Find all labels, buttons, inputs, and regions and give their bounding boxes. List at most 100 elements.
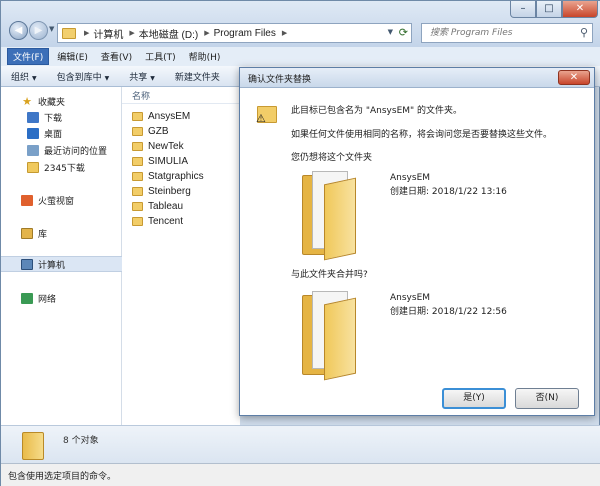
- sidebar-item-downloads[interactable]: 下载: [1, 109, 122, 125]
- back-button[interactable]: ◀: [9, 21, 28, 40]
- chevron-down-icon[interactable]: ▼: [388, 28, 393, 36]
- divider: [122, 103, 240, 104]
- recent-pages-dropdown[interactable]: ▼: [49, 25, 54, 33]
- sidebar-item-label: 库: [38, 229, 48, 240]
- folder-icon: [22, 432, 44, 460]
- menu-edit[interactable]: 编辑(E): [52, 49, 93, 64]
- folder-icon: [132, 157, 143, 166]
- file-list: 名称 AnsysEM GZB NewTek SIMULIA Statgraphi…: [122, 87, 240, 425]
- search-input[interactable]: [422, 24, 572, 42]
- address-bar[interactable]: ▶ 计算机 ▶ 本地磁盘 (D:) ▶ Program Files ▶ ▼ ⟳: [57, 23, 412, 43]
- menu-help[interactable]: 帮助(H): [184, 49, 226, 64]
- chevron-right-icon[interactable]: ▶: [282, 29, 287, 37]
- dialog-close-button[interactable]: ✕: [558, 70, 590, 85]
- source-folder-name: AnsysEM: [390, 173, 431, 183]
- file-name: SIMULIA: [148, 156, 189, 167]
- list-item[interactable]: NewTek: [132, 139, 184, 154]
- list-item[interactable]: GZB: [132, 124, 169, 139]
- status-bar: 包含使用选定项目的命令。: [1, 463, 600, 486]
- chevron-right-icon[interactable]: ▶: [204, 29, 209, 37]
- destination-folder-name: AnsysEM: [390, 293, 431, 303]
- sidebar-item-recent-places[interactable]: 最近访问的位置: [1, 142, 122, 158]
- new-folder-button[interactable]: 新建文件夹: [175, 70, 220, 83]
- sidebar-item-libraries[interactable]: 库: [1, 225, 122, 241]
- maximize-button[interactable]: □: [536, 1, 562, 18]
- close-button[interactable]: ✕: [562, 1, 598, 18]
- folder-icon: [27, 161, 39, 173]
- menu-tools[interactable]: 工具(T): [140, 49, 181, 64]
- library-icon: [21, 227, 33, 239]
- include-in-library-label: 包含到库中: [56, 72, 102, 83]
- folder-icon: [132, 202, 143, 211]
- folder-front: [324, 297, 356, 381]
- folder-icon: [132, 172, 143, 181]
- sidebar-item-label: 火萤视窗: [38, 196, 75, 207]
- folder-icon: [62, 27, 76, 39]
- minimize-button[interactable]: –: [510, 1, 536, 18]
- forward-button[interactable]: ▶: [29, 21, 48, 40]
- warning-icon: ⚠: [256, 112, 266, 125]
- sidebar-item-label: 最近访问的位置: [44, 146, 108, 157]
- list-item[interactable]: Statgraphics: [132, 169, 204, 184]
- menu-view[interactable]: 查看(V): [96, 49, 137, 64]
- file-name: GZB: [148, 126, 169, 137]
- breadcrumb-program-files[interactable]: Program Files: [214, 28, 276, 39]
- file-name: Tableau: [148, 201, 184, 212]
- download-folder-icon: [27, 111, 39, 123]
- column-header-name[interactable]: 名称: [132, 89, 150, 102]
- chevron-right-icon[interactable]: ▶: [129, 29, 134, 37]
- refresh-icon[interactable]: ⟳: [399, 26, 408, 39]
- confirm-folder-replace-dialog: 确认文件夹替换 ✕ ⚠ 此目标已包含名为 "AnsysEM" 的文件夹。 如果任…: [239, 67, 595, 416]
- no-button[interactable]: 否(N): [515, 388, 579, 409]
- file-name: NewTek: [148, 141, 184, 152]
- star-icon: ★: [22, 94, 32, 108]
- list-item[interactable]: Tableau: [132, 199, 183, 214]
- destination-folder-date: 创建日期: 2018/1/22 12:56: [390, 307, 507, 317]
- dialog-title-bar[interactable]: 确认文件夹替换 ✕: [240, 68, 594, 88]
- dialog-title: 确认文件夹替换: [248, 75, 312, 85]
- source-folder-info: AnsysEM 创建日期: 2018/1/22 13:16: [390, 171, 507, 199]
- chevron-right-icon[interactable]: ▶: [84, 29, 89, 37]
- file-name: Tencent: [148, 216, 184, 227]
- search-box[interactable]: ⚲: [421, 23, 593, 43]
- dialog-message-question: 您仍想将这个文件夹: [291, 153, 373, 163]
- sidebar-item-favorites[interactable]: ★ 收藏夹: [1, 93, 122, 109]
- recent-places-icon: [27, 144, 39, 156]
- computer-icon: [21, 258, 33, 270]
- dialog-message-replace: 如果任何文件使用相同的名称，将会询问您是否要替换这些文件。: [291, 130, 553, 140]
- organize-button[interactable]: 组织 ▼: [11, 70, 37, 83]
- list-item[interactable]: AnsysEM: [132, 109, 190, 124]
- folder-front: [324, 177, 356, 261]
- yes-button[interactable]: 是(Y): [442, 388, 506, 409]
- sidebar-item-label: 网络: [38, 294, 57, 305]
- file-name: Steinberg: [148, 186, 191, 197]
- sidebar-item-computer[interactable]: 计算机: [1, 256, 122, 272]
- sidebar-item-network[interactable]: 网络: [1, 290, 122, 306]
- sidebar-item-desktop[interactable]: 桌面: [1, 125, 122, 141]
- folder-icon: [132, 142, 143, 151]
- list-item[interactable]: Steinberg: [132, 184, 191, 199]
- sidebar-item-label: 2345下载: [44, 163, 85, 174]
- share-button[interactable]: 共享 ▼: [129, 70, 155, 83]
- chevron-down-icon: ▼: [32, 74, 37, 82]
- breadcrumb-drive[interactable]: 本地磁盘 (D:): [139, 26, 198, 41]
- explorer-window: ◀ ▶ ▼ ▶ 计算机 ▶ 本地磁盘 (D:) ▶ Program Files …: [0, 0, 600, 486]
- menu-bar: 文件(F) 编辑(E) 查看(V) 工具(T) 帮助(H): [1, 47, 600, 66]
- list-item[interactable]: SIMULIA: [132, 154, 188, 169]
- huoban-icon: [21, 194, 33, 206]
- breadcrumb-computer[interactable]: 计算机: [93, 26, 123, 41]
- search-icon[interactable]: ⚲: [580, 26, 588, 39]
- sidebar-item-2345-downloads[interactable]: 2345下载: [1, 159, 122, 175]
- dialog-message-exists: 此目标已包含名为 "AnsysEM" 的文件夹。: [291, 106, 463, 116]
- list-item[interactable]: Tencent: [132, 214, 183, 229]
- chevron-down-icon: ▼: [104, 74, 110, 82]
- menu-file[interactable]: 文件(F): [7, 48, 50, 65]
- destination-folder-info: AnsysEM 创建日期: 2018/1/22 12:56: [390, 291, 507, 319]
- file-name: AnsysEM: [148, 111, 191, 122]
- source-folder-date: 创建日期: 2018/1/22 13:16: [390, 187, 507, 197]
- folder-icon: [132, 217, 143, 226]
- share-label: 共享: [129, 72, 148, 83]
- source-folder-icon: [302, 171, 356, 261]
- sidebar-item-huoban[interactable]: 火萤视窗: [1, 192, 122, 208]
- include-in-library-button[interactable]: 包含到库中 ▼: [57, 70, 110, 83]
